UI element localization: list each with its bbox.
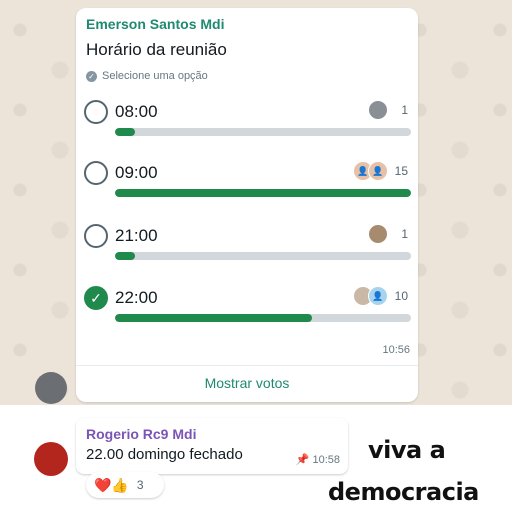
message-sender-name[interactable]: Rogerio Rc9 Mdi bbox=[86, 426, 196, 442]
vote-count: 1 bbox=[401, 103, 408, 117]
poll-timestamp: 10:56 bbox=[382, 344, 410, 356]
caption-line-2: democracia bbox=[328, 478, 479, 506]
voter-avatars: 👤 👤 bbox=[353, 161, 388, 181]
poll-option-label: 21:00 bbox=[115, 226, 158, 245]
avatar bbox=[368, 224, 388, 244]
vote-count: 10 bbox=[394, 289, 408, 303]
poll-message[interactable]: Emerson Santos Mdi Horário da reunião ✓ … bbox=[76, 8, 418, 402]
reaction-count: 3 bbox=[136, 478, 144, 492]
vote-count: 15 bbox=[394, 164, 408, 178]
reaction-emojis: ❤️👍 bbox=[94, 476, 129, 493]
radio-button[interactable] bbox=[84, 161, 108, 185]
vote-bar bbox=[115, 189, 411, 197]
person-icon: 👤 bbox=[368, 161, 388, 181]
reactions-pill[interactable]: ❤️👍 3 bbox=[86, 472, 164, 498]
text-message[interactable]: Rogerio Rc9 Mdi 22.00 domingo fechado 📌 … bbox=[76, 418, 348, 474]
caption-line-1: viva a bbox=[368, 436, 446, 464]
vote-bar-fill bbox=[115, 314, 313, 322]
vote-count: 1 bbox=[401, 227, 408, 241]
voter-avatars bbox=[368, 100, 388, 120]
message-timestamp: 10:58 bbox=[312, 453, 340, 466]
poll-option-label: 09:00 bbox=[115, 163, 158, 182]
poll-option-0900[interactable]: 09:00 👤 👤 15 bbox=[84, 161, 414, 211]
vote-bar bbox=[115, 252, 411, 260]
vote-bar-fill bbox=[115, 252, 135, 260]
avatar bbox=[368, 100, 388, 120]
radio-checked-icon[interactable]: ✓ bbox=[84, 286, 108, 310]
poll-option-label: 22:00 bbox=[115, 288, 158, 307]
voter-avatars bbox=[368, 224, 388, 244]
message-text: 22.00 domingo fechado bbox=[86, 446, 243, 463]
poll-title: Horário da reunião bbox=[86, 40, 227, 59]
poll-option-0800[interactable]: 08:00 1 bbox=[84, 100, 414, 150]
poll-hint-text: Selecione uma opção bbox=[102, 70, 208, 82]
avatar[interactable] bbox=[34, 442, 68, 476]
pin-icon: 📌 bbox=[295, 454, 310, 466]
vote-bar bbox=[115, 128, 411, 136]
radio-button[interactable] bbox=[84, 224, 108, 248]
avatar[interactable] bbox=[35, 372, 67, 404]
show-votes-button[interactable]: Mostrar votos bbox=[76, 375, 418, 391]
voter-avatars: 👤 bbox=[353, 286, 388, 306]
poll-option-2200[interactable]: ✓ 22:00 👤 10 bbox=[84, 286, 414, 336]
vote-bar-fill bbox=[115, 189, 411, 197]
poll-hint: ✓ Selecione uma opção bbox=[86, 70, 208, 82]
poll-sender-name[interactable]: Emerson Santos Mdi bbox=[86, 16, 224, 32]
poll-option-2100[interactable]: 21:00 1 bbox=[84, 224, 414, 274]
message-meta: 📌 10:58 bbox=[295, 453, 340, 467]
person-icon: 👤 bbox=[368, 286, 388, 306]
poll-option-label: 08:00 bbox=[115, 102, 158, 121]
divider bbox=[76, 365, 418, 366]
vote-bar bbox=[115, 314, 411, 322]
vote-bar-fill bbox=[115, 128, 135, 136]
check-circle-icon: ✓ bbox=[86, 70, 97, 82]
radio-button[interactable] bbox=[84, 100, 108, 124]
